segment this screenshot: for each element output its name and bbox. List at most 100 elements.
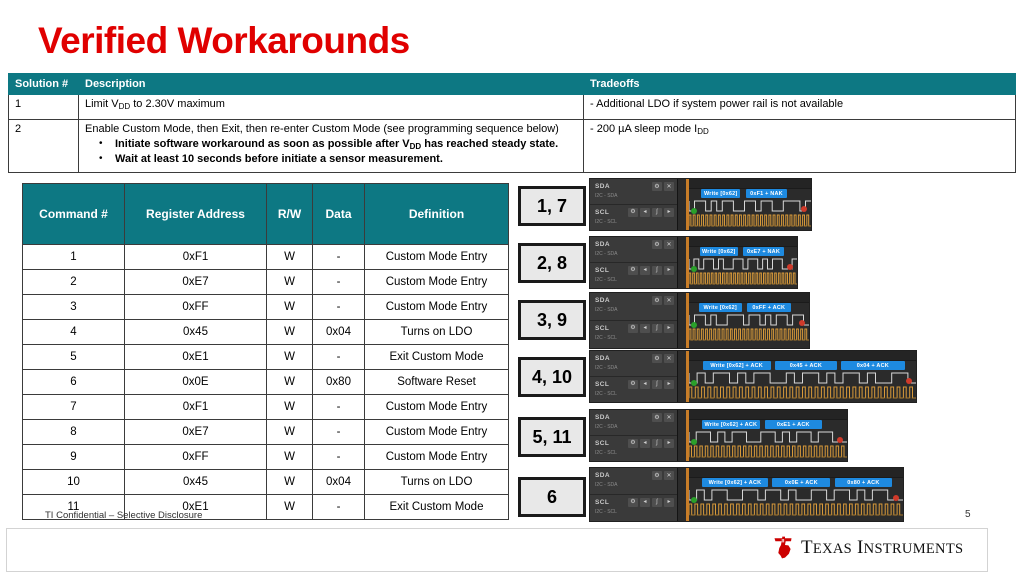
ti-wordmark: TEXAS INSTRUMENTS bbox=[801, 536, 964, 558]
solution-tradeoff: - 200 µA sleep mode IDD bbox=[583, 119, 1016, 173]
channel-sda[interactable]: SDA I2C - SDA ⚙ ✕ bbox=[590, 468, 677, 495]
gear-icon[interactable]: ⚙ bbox=[628, 323, 638, 333]
channel-sublabel: I2C - SDA bbox=[595, 424, 618, 430]
gear-icon[interactable]: ⚙ bbox=[628, 497, 638, 507]
next-edge-icon[interactable]: ▸ bbox=[664, 265, 674, 275]
next-edge-icon[interactable]: ▸ bbox=[664, 207, 674, 217]
definition: Custom Mode Entry bbox=[364, 244, 509, 270]
command-number: 6 bbox=[22, 369, 125, 395]
sda-trace bbox=[689, 431, 847, 443]
prev-edge-icon[interactable]: ◂ bbox=[640, 265, 650, 275]
waveform-plot: Write [0x62] + ACK 0xE1 + ACK bbox=[689, 410, 847, 461]
edge-trigger-icon[interactable]: ∫ bbox=[652, 323, 662, 333]
edge-trigger-icon[interactable]: ∫ bbox=[652, 265, 662, 275]
data-value: - bbox=[312, 244, 365, 270]
edge-trigger-icon[interactable]: ∫ bbox=[652, 207, 662, 217]
solutions-table-row: 2 Enable Custom Mode, then Exit, then re-… bbox=[8, 119, 1016, 173]
close-icon[interactable]: ✕ bbox=[664, 354, 674, 363]
description-text: Limit VDD to 2.30V maximum bbox=[85, 98, 225, 111]
gear-icon[interactable]: ⚙ bbox=[628, 265, 638, 275]
scl-trace bbox=[689, 328, 809, 341]
channel-sda[interactable]: SDA I2C - SDA ⚙ ✕ bbox=[590, 237, 677, 263]
channel-sda[interactable]: SDA I2C - SDA ⚙ ✕ bbox=[590, 179, 677, 205]
channel-scl[interactable]: SCL I2C - SCL ⚙ ◂ ∫ ▸ bbox=[590, 495, 677, 522]
command-table-header-row: Command # Register Address R/W Data Defi… bbox=[22, 183, 509, 245]
channel-scl[interactable]: SCL I2C - SCL ⚙ ◂ ∫ ▸ bbox=[590, 321, 677, 349]
description-bullets: Initiate software workaround as soon as … bbox=[85, 137, 578, 166]
page-title: Verified Workarounds bbox=[38, 20, 410, 61]
solution-number: 1 bbox=[8, 94, 79, 120]
read-write: W bbox=[266, 394, 313, 420]
sda-trace bbox=[689, 258, 797, 270]
command-header-register-address: Register Address bbox=[124, 183, 267, 245]
prev-edge-icon[interactable]: ◂ bbox=[640, 438, 650, 448]
prev-edge-icon[interactable]: ◂ bbox=[640, 207, 650, 217]
definition: Custom Mode Entry bbox=[364, 394, 509, 420]
data-value: - bbox=[312, 419, 365, 445]
table-row: 9 0xFF W - Custom Mode Entry bbox=[22, 444, 509, 470]
close-icon[interactable]: ✕ bbox=[664, 413, 674, 422]
i2c-start-marker bbox=[691, 439, 697, 445]
gear-icon[interactable]: ⚙ bbox=[652, 296, 662, 305]
gear-icon[interactable]: ⚙ bbox=[652, 240, 662, 249]
command-callout-badge: 6 bbox=[518, 477, 586, 517]
gear-icon[interactable]: ⚙ bbox=[652, 413, 662, 422]
page-number: 5 bbox=[965, 509, 971, 520]
definition: Custom Mode Entry bbox=[364, 269, 509, 295]
channel-scl[interactable]: SCL I2C - SCL ⚙ ◂ ∫ ▸ bbox=[590, 263, 677, 289]
logic-analyzer-capture: SDA I2C - SDA ⚙ ✕ SCL I2C - SCL ⚙ ◂ ∫ ▸ Write [0x6… bbox=[589, 350, 917, 403]
gear-icon[interactable]: ⚙ bbox=[628, 379, 638, 389]
channel-sda[interactable]: SDA I2C - SDA ⚙ ✕ bbox=[590, 293, 677, 321]
channel-scl[interactable]: SCL I2C - SCL ⚙ ◂ ∫ ▸ bbox=[590, 436, 677, 462]
waveform-traces bbox=[689, 489, 903, 516]
channel-sublabel: I2C - SCL bbox=[595, 508, 617, 515]
prev-edge-icon[interactable]: ◂ bbox=[640, 323, 650, 333]
read-write: W bbox=[266, 344, 313, 370]
channel-sda[interactable]: SDA I2C - SDA ⚙ ✕ bbox=[590, 351, 677, 377]
solution-description: Limit VDD to 2.30V maximum bbox=[78, 94, 584, 120]
channel-sublabel: I2C - SDA bbox=[595, 307, 618, 313]
close-icon[interactable]: ✕ bbox=[664, 296, 674, 305]
next-edge-icon[interactable]: ▸ bbox=[664, 323, 674, 333]
next-edge-icon[interactable]: ▸ bbox=[664, 379, 674, 389]
solution-number: 2 bbox=[8, 119, 79, 173]
gear-icon[interactable]: ⚙ bbox=[628, 207, 638, 217]
next-edge-icon[interactable]: ▸ bbox=[664, 438, 674, 448]
channel-pane: SDA I2C - SDA ⚙ ✕ SCL I2C - SCL ⚙ ◂ ∫ ▸ bbox=[590, 468, 678, 521]
logic-analyzer-capture: SDA I2C - SDA ⚙ ✕ SCL I2C - SCL ⚙ ◂ ∫ ▸ Write [0x6… bbox=[589, 178, 812, 231]
waveform-plot: Write [0x62] + ACK 0x45 + ACK 0x04 + ACK bbox=[689, 351, 916, 402]
register-address: 0x0E bbox=[124, 369, 267, 395]
channel-sublabel: I2C - SCL bbox=[595, 449, 617, 456]
solutions-table: Solution # Description Tradeoffs 1 Limit … bbox=[8, 73, 1016, 173]
channel-buttons: ⚙ ◂ ∫ ▸ bbox=[628, 207, 674, 217]
edge-trigger-icon[interactable]: ∫ bbox=[652, 438, 662, 448]
gear-icon[interactable]: ⚙ bbox=[628, 438, 638, 448]
scl-trace bbox=[689, 503, 903, 516]
solutions-table-row: 1 Limit VDD to 2.30V maximum - Additional … bbox=[8, 94, 1016, 120]
prev-edge-icon[interactable]: ◂ bbox=[640, 379, 650, 389]
close-icon[interactable]: ✕ bbox=[664, 240, 674, 249]
edge-trigger-icon[interactable]: ∫ bbox=[652, 497, 662, 507]
channel-buttons: ⚙ ◂ ∫ ▸ bbox=[628, 323, 674, 333]
channel-buttons: ⚙ ✕ bbox=[652, 240, 674, 249]
i2c-stop-marker bbox=[906, 378, 912, 384]
edge-trigger-icon[interactable]: ∫ bbox=[652, 379, 662, 389]
scl-trace bbox=[689, 214, 811, 227]
channel-scl[interactable]: SCL I2C - SCL ⚙ ◂ ∫ ▸ bbox=[590, 205, 677, 231]
gear-icon[interactable]: ⚙ bbox=[652, 354, 662, 363]
gear-icon[interactable]: ⚙ bbox=[652, 182, 662, 191]
channel-buttons: ⚙ ◂ ∫ ▸ bbox=[628, 265, 674, 275]
solutions-header-tradeoffs: Tradeoffs bbox=[583, 73, 1016, 95]
channel-sublabel: I2C - SCL bbox=[595, 390, 617, 397]
close-icon[interactable]: ✕ bbox=[664, 182, 674, 191]
channel-sda[interactable]: SDA I2C - SDA ⚙ ✕ bbox=[590, 410, 677, 436]
i2c-stop-marker bbox=[837, 437, 843, 443]
register-address: 0xE7 bbox=[124, 269, 267, 295]
prev-edge-icon[interactable]: ◂ bbox=[640, 497, 650, 507]
gear-icon[interactable]: ⚙ bbox=[652, 471, 662, 480]
channel-scl[interactable]: SCL I2C - SCL ⚙ ◂ ∫ ▸ bbox=[590, 377, 677, 403]
close-icon[interactable]: ✕ bbox=[664, 471, 674, 480]
command-number: 7 bbox=[22, 394, 125, 420]
definition: Software Reset bbox=[364, 369, 509, 395]
next-edge-icon[interactable]: ▸ bbox=[664, 497, 674, 507]
